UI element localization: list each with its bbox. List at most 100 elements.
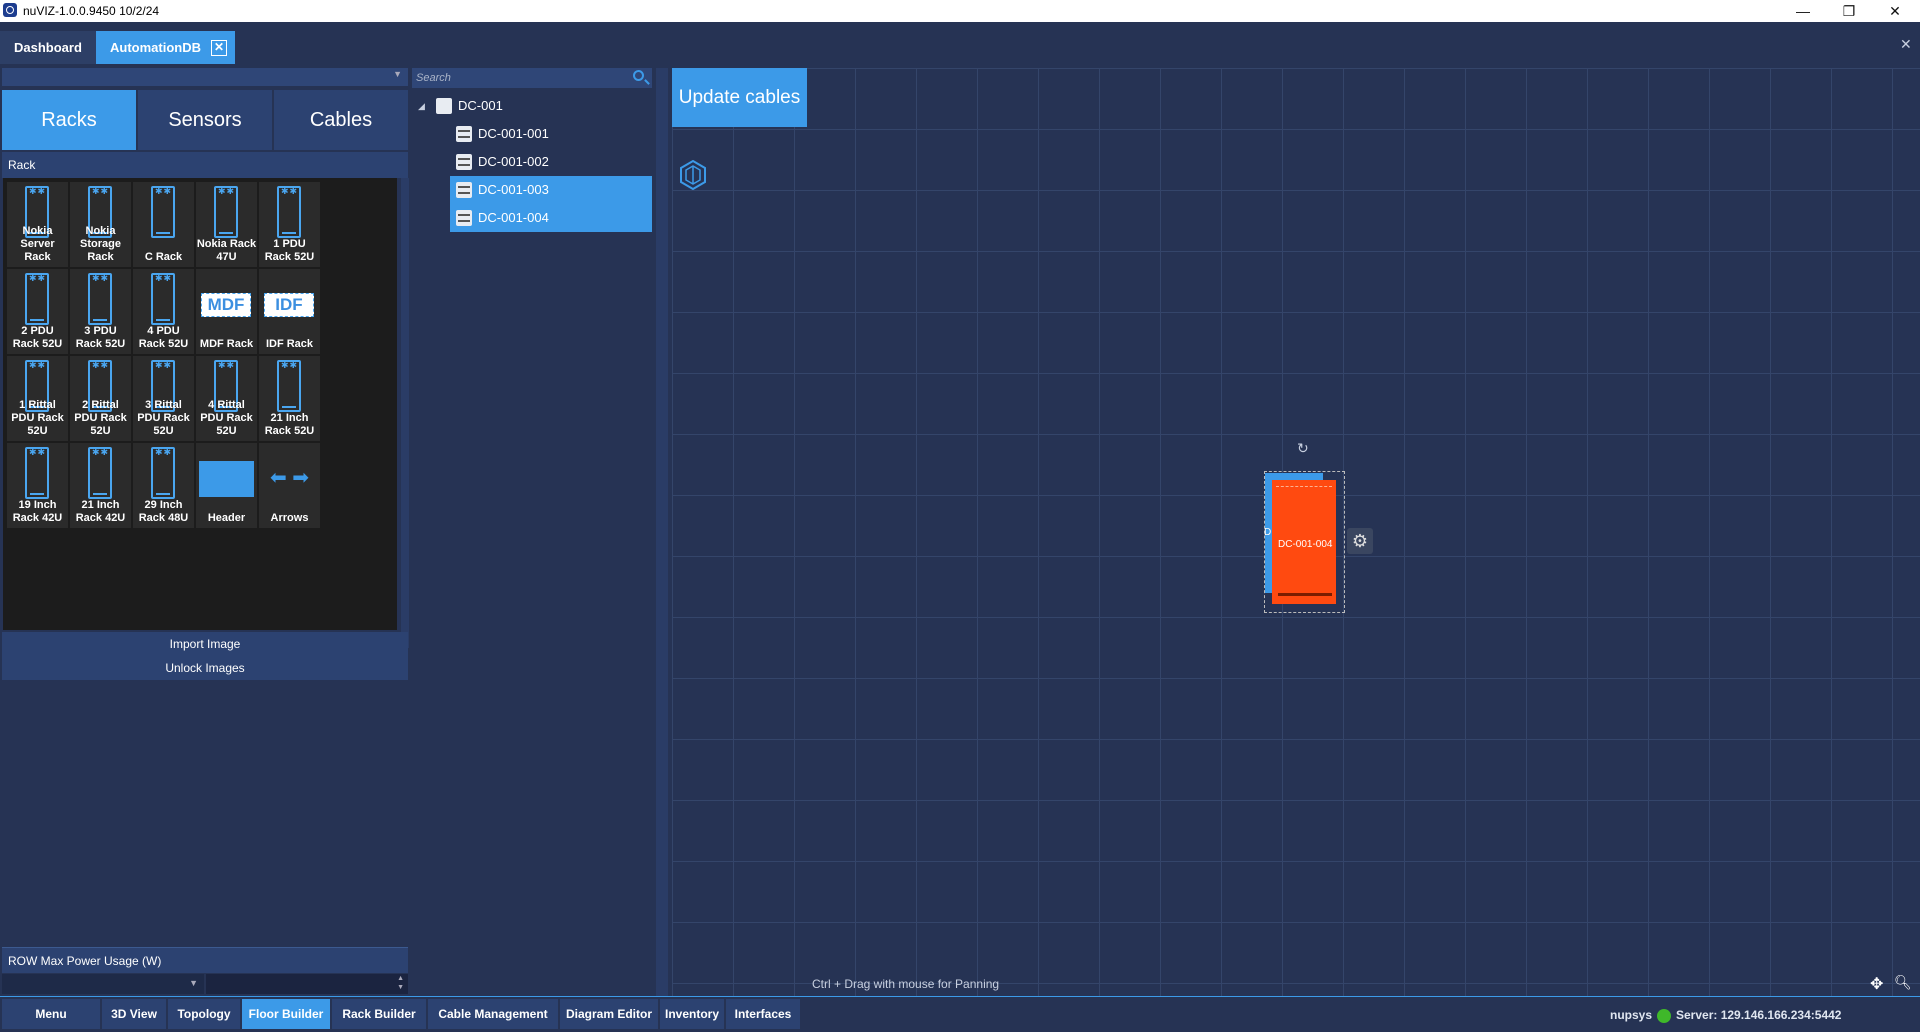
close-document-icon[interactable]: ✕	[1900, 36, 1912, 53]
minimize-button[interactable]: —	[1780, 0, 1826, 22]
rack-icon	[151, 447, 175, 499]
tab-cables[interactable]: Cables	[274, 90, 408, 150]
bottom-tab[interactable]: Rack Builder	[332, 999, 426, 1029]
palette-item[interactable]: 3 PDU Rack 52U	[70, 269, 131, 354]
connection-status-icon	[1657, 1009, 1671, 1023]
palette-item-label: 1 PDU Rack 52U	[264, 238, 315, 263]
rack-marker: D	[1264, 527, 1272, 538]
expand-arrow-icon[interactable]: ◢	[418, 92, 425, 120]
window-title: nuVIZ-1.0.0.9450 10/2/24	[23, 4, 160, 18]
power-usage-title: ROW Max Power Usage (W)	[2, 947, 408, 973]
tree-item-label: DC-001-004	[478, 210, 549, 225]
tab-racks[interactable]: Racks	[2, 90, 136, 150]
close-button[interactable]: ✕	[1872, 0, 1918, 22]
palette-item[interactable]: 1 Rittal PDU Rack 52U	[7, 356, 68, 441]
power-value-stepper[interactable]: ▲ ▼	[206, 974, 408, 994]
app-icon	[3, 3, 17, 17]
palette-item[interactable]: MDF MDF Rack	[196, 269, 257, 354]
tree-item[interactable]: DC-001-004	[450, 204, 652, 232]
rack-label: DC-001-004	[1278, 539, 1333, 550]
spinner-arrows-icon[interactable]: ▲ ▼	[397, 974, 404, 992]
header-icon	[199, 461, 254, 497]
import-image-button[interactable]: Import Image	[2, 632, 408, 656]
power-row-dropdown[interactable]: ▼	[2, 974, 204, 994]
rack-icon	[277, 186, 301, 238]
palette-item[interactable]: IDF IDF Rack	[259, 269, 320, 354]
tree-root-dc-001[interactable]: ◢ DC-001	[412, 92, 652, 120]
palette-item[interactable]: Nokia Storage Rack	[70, 182, 131, 267]
bottom-tab[interactable]: Cable Management	[428, 999, 558, 1029]
datacenter-icon	[436, 98, 452, 114]
rack-icon	[214, 186, 238, 238]
mdf-icon: MDF	[201, 293, 251, 317]
palette-item[interactable]: 29 Inch Rack 48U	[133, 443, 194, 528]
palette-item-label: 3 Rittal PDU Rack 52U	[137, 399, 190, 437]
palette-item[interactable]: 2 Rittal PDU Rack 52U	[70, 356, 131, 441]
palette-item-label: Nokia Server Rack	[20, 225, 55, 263]
tab-close-icon[interactable]: ✕	[211, 40, 227, 56]
search-input[interactable]: Search	[412, 68, 630, 88]
palette-item-label: 1 Rittal PDU Rack 52U	[11, 399, 64, 437]
palette-item[interactable]: 21 Inch Rack 42U	[70, 443, 131, 528]
palette-item-label: 3 PDU Rack 52U	[75, 325, 126, 350]
rack-top-detail	[1276, 486, 1332, 507]
palette-item[interactable]: 3 Rittal PDU Rack 52U	[133, 356, 194, 441]
update-cables-button[interactable]: Update cables	[672, 68, 807, 127]
rotate-icon[interactable]: ↻	[1297, 440, 1309, 457]
palette-item-label: IDF Rack	[265, 338, 314, 350]
rack-palette: Nokia Server Rack Nokia Storage Rack C Rac…	[3, 178, 397, 630]
gear-icon[interactable]: ⚙	[1347, 528, 1373, 554]
palette-item[interactable]: Header	[196, 443, 257, 528]
palette-item[interactable]: Nokia Rack 47U	[196, 182, 257, 267]
palette-item[interactable]: C Rack	[133, 182, 194, 267]
bottom-tab[interactable]: Menu	[2, 999, 100, 1029]
palette-item[interactable]: 2 PDU Rack 52U	[7, 269, 68, 354]
tree-item-label: DC-001-002	[478, 154, 549, 169]
palette-item-label: 21 Inch Rack 42U	[75, 499, 126, 524]
palette-item-label: 4 PDU Rack 52U	[138, 325, 189, 350]
tab-automationdb[interactable]: AutomationDB ✕	[96, 31, 235, 64]
search-icon	[633, 70, 644, 81]
palette-item[interactable]: 4 Rittal PDU Rack 52U	[196, 356, 257, 441]
maximize-button[interactable]: ❐	[1826, 0, 1872, 22]
bottom-tab[interactable]: Floor Builder	[242, 999, 330, 1029]
bottom-tab[interactable]: 3D View	[102, 999, 166, 1029]
tree-scrollbar[interactable]	[656, 68, 668, 996]
unlock-images-button[interactable]: Unlock Images	[2, 656, 408, 680]
status-user: nupsys	[1610, 1008, 1653, 1022]
tree-item-label: DC-001-001	[478, 126, 549, 141]
arrows-icon: ⬅ ➡	[269, 467, 310, 489]
palette-item[interactable]: Nokia Server Rack	[7, 182, 68, 267]
palette-item[interactable]: 4 PDU Rack 52U	[133, 269, 194, 354]
rack-section-title: Rack	[2, 152, 408, 178]
rack-icon	[151, 186, 175, 238]
tree-item[interactable]: DC-001-001	[450, 120, 652, 148]
filter-dropdown[interactable]: ▼	[2, 68, 408, 86]
palette-item-label: 19 Inch Rack 42U	[12, 499, 63, 524]
palette-item-label: 21 Inch Rack 52U	[264, 412, 315, 437]
tab-sensors[interactable]: Sensors	[138, 90, 272, 150]
bottom-tab[interactable]: Interfaces	[726, 999, 800, 1029]
floor-logo-icon	[680, 160, 706, 190]
tree-item[interactable]: DC-001-002	[450, 148, 652, 176]
palette-item-label: MDF Rack	[199, 338, 254, 350]
palette-item[interactable]: 1 PDU Rack 52U	[259, 182, 320, 267]
idf-icon: IDF	[264, 293, 314, 317]
bottom-tab[interactable]: Topology	[168, 999, 240, 1029]
palette-item-label: 2 Rittal PDU Rack 52U	[74, 399, 127, 437]
palette-scrollbar[interactable]	[401, 178, 409, 648]
palette-item[interactable]: 19 Inch Rack 42U	[7, 443, 68, 528]
rack-icon	[277, 360, 301, 412]
palette-item[interactable]: ⬅ ➡ Arrows	[259, 443, 320, 528]
document-tab-bar: Dashboard AutomationDB ✕	[0, 22, 1920, 66]
bottom-tab[interactable]: Inventory	[660, 999, 724, 1029]
status-server: Server: 129.146.166.234:5442	[1676, 1008, 1842, 1022]
bottom-tab[interactable]: Diagram Editor	[560, 999, 658, 1029]
palette-item-label: Nokia Storage Rack	[80, 225, 121, 263]
zoom-icon[interactable]: 🔍︎	[1894, 974, 1912, 991]
pan-icon[interactable]: ✥	[1870, 974, 1883, 994]
palette-item[interactable]: 21 Inch Rack 52U	[259, 356, 320, 441]
tab-dashboard[interactable]: Dashboard	[0, 31, 96, 64]
tree-item[interactable]: DC-001-003	[450, 176, 652, 204]
search-button[interactable]	[630, 68, 652, 88]
